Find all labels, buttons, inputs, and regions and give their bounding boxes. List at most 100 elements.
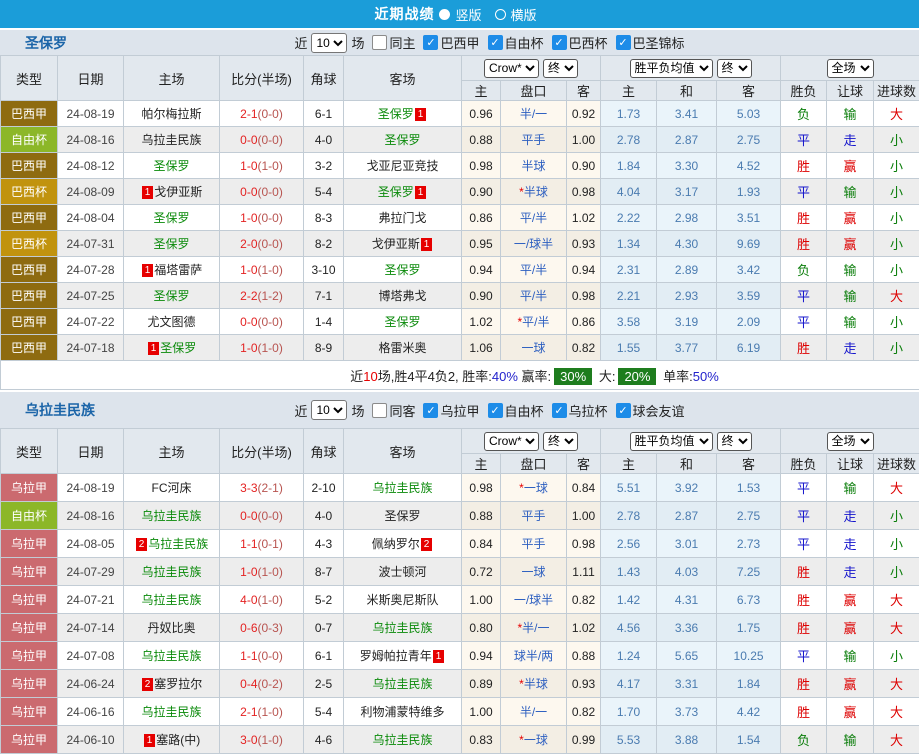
radio-vertical-label[interactable]: 竖版 — [455, 5, 481, 24]
games-label: 场 — [351, 401, 364, 420]
result-overunder: 小 — [874, 502, 919, 530]
team-name: 乌拉圭民族 — [372, 677, 432, 691]
odds-away: 0.92 — [567, 101, 601, 127]
home-team[interactable]: 圣保罗 — [124, 283, 220, 309]
odds-final-select[interactable]: 终 — [543, 432, 578, 451]
mean-away: 2.75 — [717, 127, 781, 153]
home-team[interactable]: 1戈伊亚斯 — [124, 179, 220, 205]
same-home-label: 同主 — [389, 33, 415, 52]
away-team[interactable]: 圣保罗1 — [344, 179, 462, 205]
score-cell: 0-6(0-3) — [220, 614, 304, 642]
odds-home: 1.02 — [462, 309, 501, 335]
home-team[interactable]: 圣保罗 — [124, 205, 220, 231]
home-team[interactable]: 1福塔雷萨 — [124, 257, 220, 283]
home-team[interactable]: 圣保罗 — [124, 153, 220, 179]
filter-controls: 近 10 场 同客 ✓乌拉甲 ✓自由杯 ✓乌拉杯 ✓球会友谊 — [234, 400, 684, 420]
away-team[interactable]: 乌拉圭民族 — [344, 614, 462, 642]
home-team[interactable]: 乌拉圭民族 — [124, 586, 220, 614]
match-date: 24-07-28 — [58, 257, 124, 283]
mean-home: 3.58 — [601, 309, 657, 335]
col-goals: 进球数 — [874, 454, 919, 474]
league-badge: 巴西杯 — [1, 179, 58, 205]
result-overunder: 大 — [874, 670, 919, 698]
home-team[interactable]: 乌拉圭民族 — [124, 558, 220, 586]
home-team[interactable]: 2塞罗拉尔 — [124, 670, 220, 698]
checkbox-league-libertadores[interactable]: ✓自由杯 — [488, 401, 544, 420]
away-team[interactable]: 圣保罗 — [344, 502, 462, 530]
result-handicap: 输 — [827, 179, 874, 205]
home-team[interactable]: 1圣保罗 — [124, 335, 220, 361]
away-team[interactable]: 戈亚尼亚竞技 — [344, 153, 462, 179]
home-team[interactable]: 帕尔梅拉斯 — [124, 101, 220, 127]
home-team[interactable]: 乌拉圭民族 — [124, 642, 220, 670]
radio-vertical-layout[interactable] — [439, 9, 450, 20]
away-team[interactable]: 弗拉门戈 — [344, 205, 462, 231]
match-row: 乌拉甲24-07-14丹奴比奥0-6(0-3)0-7乌拉圭民族0.80*半/一1… — [1, 614, 919, 642]
radio-horizontal-label[interactable]: 横版 — [511, 5, 537, 24]
away-team[interactable]: 圣保罗 — [344, 309, 462, 335]
result-overunder: 大 — [874, 698, 919, 726]
checkbox-league-brasileirao[interactable]: ✓巴西甲 — [423, 33, 479, 52]
match-date: 24-07-18 — [58, 335, 124, 361]
odds-away: 0.82 — [567, 698, 601, 726]
away-team[interactable]: 波士顿河 — [344, 558, 462, 586]
mean-home: 2.21 — [601, 283, 657, 309]
away-team[interactable]: 乌拉圭民族 — [344, 670, 462, 698]
away-team[interactable]: 罗姆帕拉青年1 — [344, 642, 462, 670]
home-team[interactable]: FC河床 — [124, 474, 220, 502]
away-team[interactable]: 戈伊亚斯1 — [344, 231, 462, 257]
mean-final-select[interactable]: 终 — [717, 432, 752, 451]
checkbox-league-copa-brasil[interactable]: ✓巴西杯 — [552, 33, 608, 52]
radio-horizontal-layout[interactable] — [495, 9, 506, 20]
home-team[interactable]: 丹奴比奥 — [124, 614, 220, 642]
checkbox-league-paulista[interactable]: ✓巴圣锦标 — [616, 33, 685, 52]
checkbox-same-home[interactable]: 同主 — [372, 33, 415, 52]
home-team[interactable]: 1塞路(中) — [124, 726, 220, 754]
home-team[interactable]: 尤文图德 — [124, 309, 220, 335]
rank-badge: 1 — [144, 734, 156, 747]
away-team[interactable]: 博塔弗戈 — [344, 283, 462, 309]
away-team[interactable]: 乌拉圭民族 — [344, 726, 462, 754]
home-team[interactable]: 2乌拉圭民族 — [124, 530, 220, 558]
col-score: 比分(半场) — [220, 429, 304, 474]
checkbox-league-libertadores[interactable]: ✓自由杯 — [488, 33, 544, 52]
mean-source-select[interactable]: 胜平负均值 — [630, 432, 713, 451]
league-label: 巴西甲 — [440, 33, 479, 52]
checkbox-league-friendly[interactable]: ✓球会友谊 — [616, 401, 685, 420]
home-team[interactable]: 乌拉圭民族 — [124, 698, 220, 726]
mean-final-select[interactable]: 终 — [717, 59, 752, 78]
home-team[interactable]: 乌拉圭民族 — [124, 502, 220, 530]
away-team[interactable]: 乌拉圭民族 — [344, 474, 462, 502]
mean-away: 3.51 — [717, 205, 781, 231]
odds-home: 0.96 — [462, 101, 501, 127]
checkbox-league-uruguay-cup[interactable]: ✓乌拉杯 — [552, 401, 608, 420]
odds-home: 1.00 — [462, 698, 501, 726]
checkbox-same-away[interactable]: 同客 — [372, 401, 415, 420]
team-name-nacional[interactable]: 乌拉圭民族 — [25, 400, 95, 420]
odds-final-select[interactable]: 终 — [543, 59, 578, 78]
mean-source-select[interactable]: 胜平负均值 — [630, 59, 713, 78]
away-team[interactable]: 圣保罗1 — [344, 101, 462, 127]
scope-select[interactable]: 全场 — [827, 59, 874, 78]
odds-source-select[interactable]: Crow* — [484, 59, 539, 78]
league-badge: 乌拉甲 — [1, 670, 58, 698]
home-team[interactable]: 乌拉圭民族 — [124, 127, 220, 153]
score-cell: 0-0(0-0) — [220, 309, 304, 335]
team-name: 利物浦蒙特维多 — [360, 705, 444, 719]
scope-select[interactable]: 全场 — [827, 432, 874, 451]
team-name-sao-paulo[interactable]: 圣保罗 — [25, 33, 67, 53]
match-count-select[interactable]: 10 — [311, 400, 347, 420]
away-team[interactable]: 佩纳罗尔2 — [344, 530, 462, 558]
checkbox-league-uruguay-primera[interactable]: ✓乌拉甲 — [423, 401, 479, 420]
away-team[interactable]: 圣保罗 — [344, 127, 462, 153]
away-team[interactable]: 米斯奥尼斯队 — [344, 586, 462, 614]
match-row: 乌拉甲24-06-16乌拉圭民族2-1(1-0)5-4利物浦蒙特维多1.00半/… — [1, 698, 919, 726]
away-team[interactable]: 利物浦蒙特维多 — [344, 698, 462, 726]
away-team[interactable]: 格雷米奥 — [344, 335, 462, 361]
away-team[interactable]: 圣保罗 — [344, 257, 462, 283]
match-count-select[interactable]: 10 — [311, 33, 347, 53]
home-team[interactable]: 圣保罗 — [124, 231, 220, 257]
match-row: 巴西甲24-07-181圣保罗1-0(1-0)8-9格雷米奥1.06一球0.82… — [1, 335, 919, 361]
team-name: 圣保罗 — [153, 289, 189, 303]
odds-source-select[interactable]: Crow* — [484, 432, 539, 451]
